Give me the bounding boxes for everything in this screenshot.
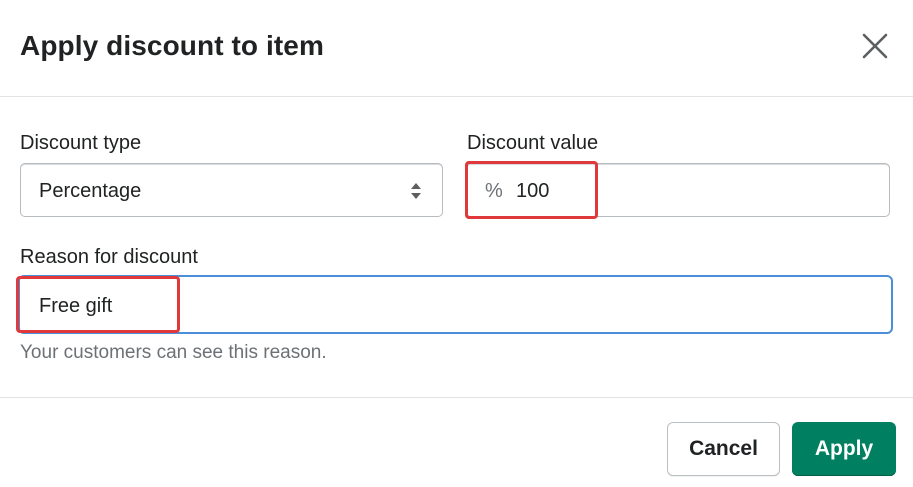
- discount-type-selected-value: Percentage: [39, 180, 142, 202]
- discount-type-select[interactable]: Percentage: [20, 163, 443, 217]
- reason-input[interactable]: Free gift: [18, 275, 893, 334]
- cancel-button[interactable]: Cancel: [667, 422, 780, 476]
- close-icon: [862, 33, 888, 59]
- dialog-title: Apply discount to item: [20, 30, 324, 61]
- footer-divider: [0, 397, 913, 398]
- dialog-header: Apply discount to item: [0, 0, 913, 97]
- percent-prefix: %: [485, 180, 503, 202]
- close-button[interactable]: [858, 29, 892, 63]
- discount-value-text: 100: [516, 180, 550, 202]
- apply-discount-dialog: Apply discount to item Discount type Per…: [0, 0, 913, 487]
- reason-value-text: Free gift: [39, 295, 113, 317]
- apply-button[interactable]: Apply: [792, 422, 896, 476]
- select-arrows-icon: [411, 183, 421, 199]
- discount-type-label: Discount type: [20, 132, 142, 154]
- discount-value-label: Discount value: [467, 132, 599, 154]
- reason-label: Reason for discount: [20, 246, 198, 268]
- reason-help-text: Your customers can see this reason.: [20, 342, 327, 363]
- discount-value-input[interactable]: % 100: [466, 163, 890, 217]
